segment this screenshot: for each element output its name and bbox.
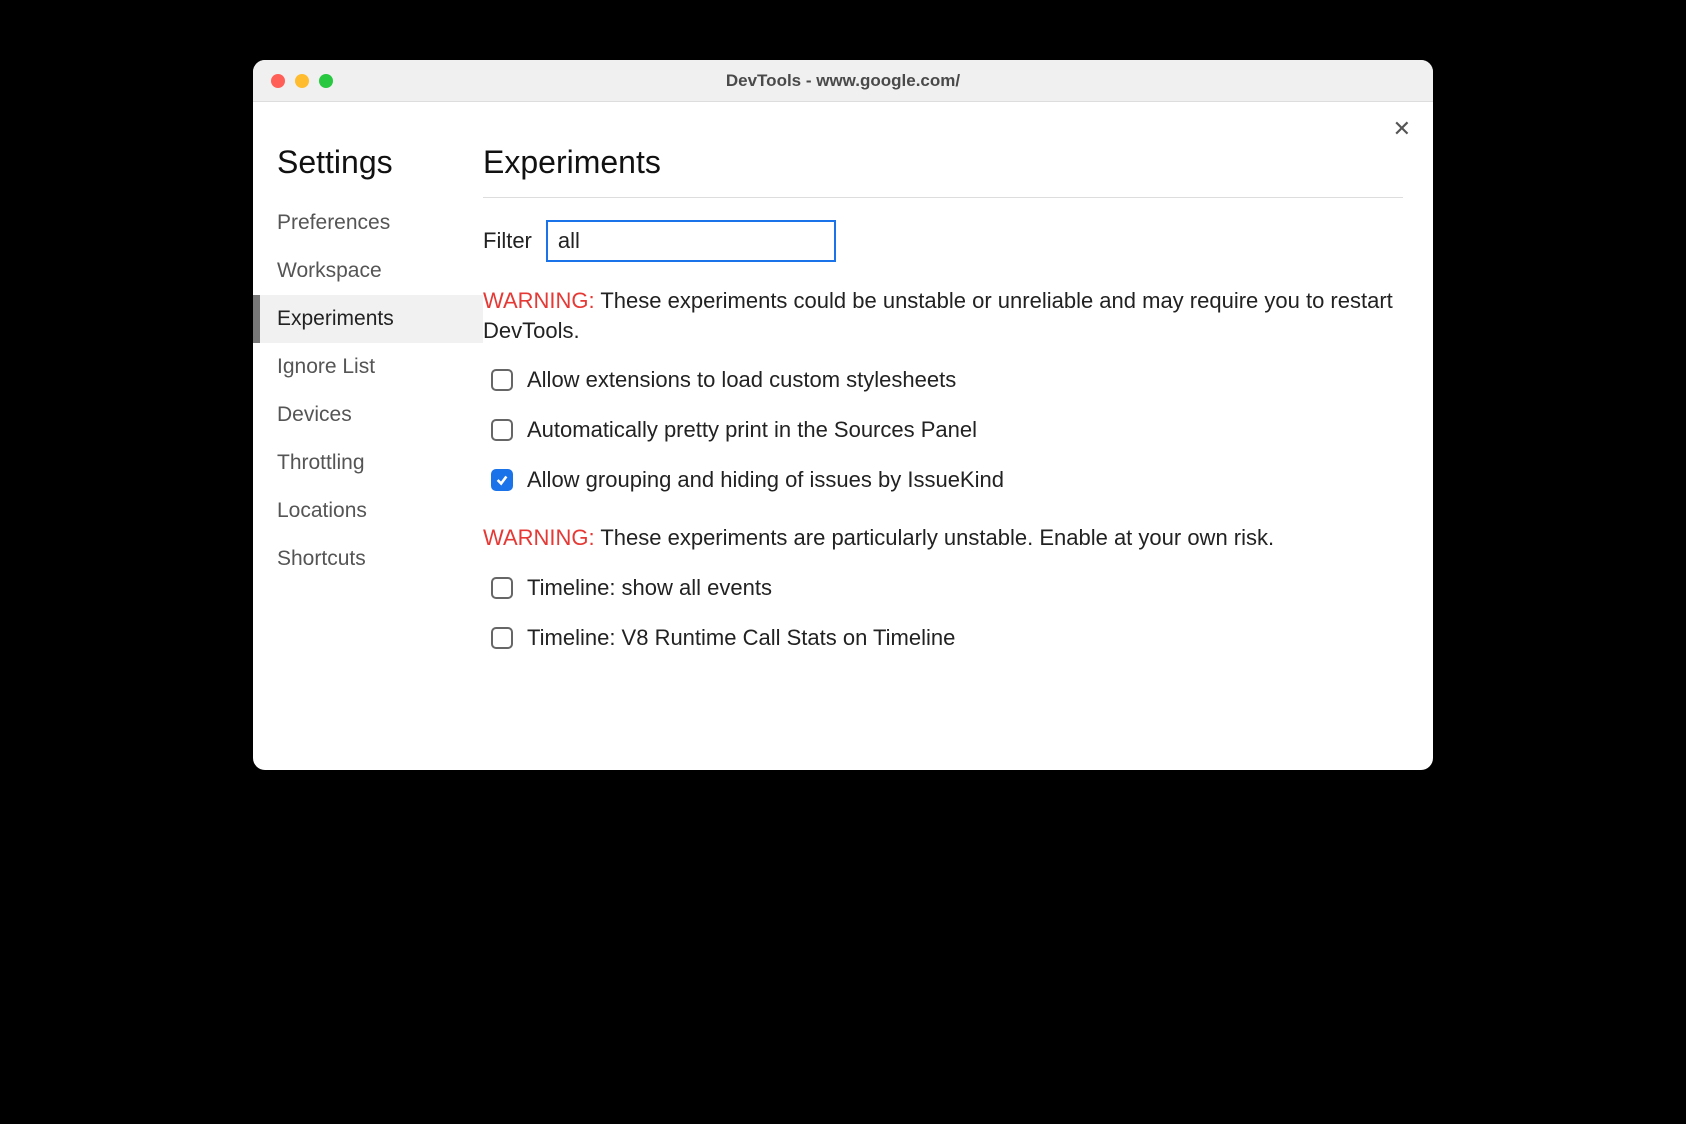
page-title: Experiments (483, 144, 1403, 198)
sidebar-item-label: Throttling (277, 451, 365, 474)
sidebar-item-label: Ignore List (277, 355, 375, 378)
sidebar-item-throttling[interactable]: Throttling (253, 439, 483, 487)
experiment-label: Automatically pretty print in the Source… (527, 417, 977, 443)
sidebar-item-locations[interactable]: Locations (253, 487, 483, 535)
sidebar-item-experiments[interactable]: Experiments (253, 295, 483, 343)
experiment-checkbox[interactable] (491, 627, 513, 649)
content-area: ✕ Settings Preferences Workspace Experim… (253, 102, 1433, 770)
window-maximize-button[interactable] (319, 74, 333, 88)
sidebar-item-devices[interactable]: Devices (253, 391, 483, 439)
window-close-button[interactable] (271, 74, 285, 88)
warning-prefix: WARNING: (483, 525, 595, 550)
sidebar-item-ignore-list[interactable]: Ignore List (253, 343, 483, 391)
warning-text: These experiments could be unstable or u… (483, 288, 1393, 343)
experiment-label: Allow grouping and hiding of issues by I… (527, 467, 1004, 493)
sidebar-item-workspace[interactable]: Workspace (253, 247, 483, 295)
check-icon (495, 473, 509, 487)
experiment-label: Allow extensions to load custom styleshe… (527, 367, 956, 393)
experiment-label: Timeline: V8 Runtime Call Stats on Timel… (527, 625, 955, 651)
filter-input[interactable] (546, 220, 836, 262)
sidebar-item-label: Preferences (277, 211, 390, 234)
experiment-row: Timeline: V8 Runtime Call Stats on Timel… (491, 625, 1403, 651)
experiment-checkbox[interactable] (491, 469, 513, 491)
warning-text: These experiments are particularly unsta… (595, 525, 1275, 550)
filter-row: Filter (483, 220, 1403, 262)
sidebar-item-label: Devices (277, 403, 352, 426)
settings-sidebar: Settings Preferences Workspace Experimen… (253, 102, 483, 770)
warning-message: WARNING: These experiments could be unst… (483, 286, 1403, 345)
sidebar-item-shortcuts[interactable]: Shortcuts (253, 535, 483, 583)
sidebar-item-label: Experiments (277, 307, 394, 330)
sidebar-item-label: Locations (277, 499, 367, 522)
window-minimize-button[interactable] (295, 74, 309, 88)
titlebar: DevTools - www.google.com/ (253, 60, 1433, 102)
sidebar-item-label: Workspace (277, 259, 382, 282)
experiment-checkbox[interactable] (491, 419, 513, 441)
main-panel: Experiments Filter WARNING: These experi… (483, 102, 1433, 770)
sidebar-item-preferences[interactable]: Preferences (253, 199, 483, 247)
traffic-lights (253, 74, 333, 88)
sidebar-item-label: Shortcuts (277, 547, 366, 570)
experiment-row: Allow extensions to load custom styleshe… (491, 367, 1403, 393)
close-icon[interactable]: ✕ (1393, 118, 1411, 140)
devtools-window: DevTools - www.google.com/ ✕ Settings Pr… (253, 60, 1433, 770)
filter-label: Filter (483, 228, 532, 254)
experiment-row: Timeline: show all events (491, 575, 1403, 601)
sidebar-title: Settings (253, 144, 483, 199)
experiment-checkbox[interactable] (491, 577, 513, 599)
experiment-row: Automatically pretty print in the Source… (491, 417, 1403, 443)
experiment-checkbox[interactable] (491, 369, 513, 391)
window-title: DevTools - www.google.com/ (253, 71, 1433, 91)
experiment-label: Timeline: show all events (527, 575, 772, 601)
warning-message: WARNING: These experiments are particula… (483, 523, 1403, 553)
warning-prefix: WARNING: (483, 288, 595, 313)
experiment-row: Allow grouping and hiding of issues by I… (491, 467, 1403, 493)
